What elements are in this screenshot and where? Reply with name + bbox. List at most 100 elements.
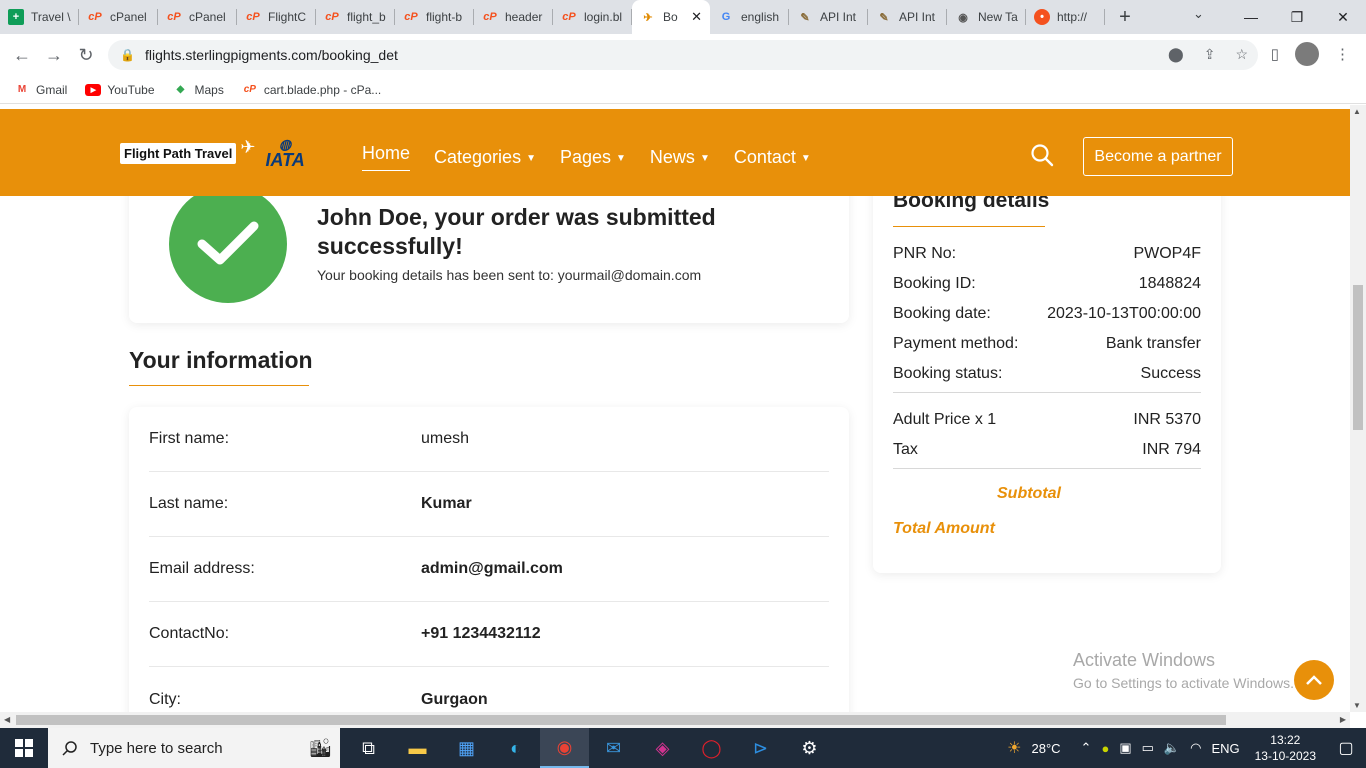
menu-contact[interactable]: Contact ▼	[734, 143, 811, 171]
store-icon[interactable]: ▦	[442, 728, 491, 768]
menu-news[interactable]: News ▼	[650, 143, 710, 171]
language-indicator[interactable]: ENG	[1206, 741, 1244, 756]
browser-tab[interactable]: cP login.bl	[553, 0, 632, 34]
subtotal-label: Subtotal	[997, 485, 1061, 502]
browser-tab[interactable]: cP cPanel	[158, 0, 237, 34]
side-panel-icon[interactable]: ▯	[1271, 45, 1279, 63]
bookmark-youtube[interactable]: ▶ YouTube	[85, 83, 155, 97]
windows-start-icon[interactable]	[0, 728, 48, 768]
battery-icon[interactable]: ▭	[1137, 740, 1159, 756]
browser-tab[interactable]: cP header	[474, 0, 553, 34]
price-row-adult: Adult Price x 1 INR 5370	[893, 411, 1201, 428]
cpanel-icon: cP	[483, 11, 497, 23]
browser-tab[interactable]: cP flight-b	[395, 0, 474, 34]
site-header: Flight Path Travel ✈ ◍ IATA Home Categori…	[0, 109, 1350, 196]
menu-kebab-icon[interactable]: ⋮	[1335, 45, 1350, 63]
feather-icon: ✎	[800, 11, 810, 24]
task-view-icon[interactable]: ⧉	[344, 728, 393, 768]
file-explorer-icon[interactable]: ▬	[393, 728, 442, 768]
scroll-down-icon[interactable]: ▼	[1353, 701, 1361, 710]
become-partner-button[interactable]: Become a partner	[1083, 137, 1233, 176]
back-icon[interactable]: ←	[6, 45, 38, 66]
profile-avatar[interactable]	[1295, 42, 1319, 66]
settings-gear-icon[interactable]: ⚙	[785, 728, 834, 768]
scroll-to-top-button[interactable]	[1294, 660, 1334, 700]
horizontal-scrollbar[interactable]: ◀ ▶	[0, 712, 1350, 728]
page-viewport: John Doe, your order was submitted succe…	[0, 105, 1350, 712]
menu-categories[interactable]: Categories ▼	[434, 143, 536, 171]
system-tray: ☀ 28°C ⌃ ● ▣ ▭ 🔈 ◠ ENG 13:22 13-10-2023 …	[1002, 728, 1366, 768]
restore-icon[interactable]: ❐	[1274, 0, 1320, 34]
forward-icon[interactable]: →	[38, 45, 70, 66]
browser-tab[interactable]: cP cPanel	[79, 0, 158, 34]
chrome-icon[interactable]: ◉	[540, 728, 589, 768]
tray-device-icon[interactable]: ▣	[1114, 740, 1136, 756]
clock[interactable]: 13:22 13-10-2023	[1245, 732, 1326, 764]
scroll-up-icon[interactable]: ▲	[1353, 107, 1361, 116]
success-card: John Doe, your order was submitted succe…	[129, 175, 849, 323]
browser-tab[interactable]: ✎ API Int	[789, 0, 868, 34]
reload-icon[interactable]: ↻	[70, 45, 102, 66]
orange-site-icon: •	[1034, 9, 1050, 25]
location-icon[interactable]: ⬤	[1168, 46, 1184, 63]
menu-pages[interactable]: Pages ▼	[560, 143, 626, 171]
your-information-card: First name: umesh Last name: Kumar Email…	[129, 407, 849, 712]
browser-tab[interactable]: cP FlightC	[237, 0, 316, 34]
info-row-last-name: Last name: Kumar	[149, 472, 829, 537]
heading-underline	[893, 226, 1045, 227]
browser-tab-active[interactable]: ✈ Bo ✕	[632, 0, 710, 34]
tray-app-icon[interactable]: ●	[1096, 741, 1114, 756]
scrollbar-thumb[interactable]	[1353, 285, 1363, 430]
cpanel-icon: cP	[167, 11, 181, 23]
volume-icon[interactable]: 🔈	[1159, 740, 1185, 756]
edge-icon[interactable]: ◐	[491, 728, 540, 768]
search-icon[interactable]	[1030, 143, 1054, 167]
wps-office-icon[interactable]: ◈	[638, 728, 687, 768]
menu-home[interactable]: Home	[362, 143, 411, 171]
notifications-icon[interactable]: ▢	[1326, 738, 1366, 758]
browser-tab[interactable]: Genglish	[710, 0, 789, 34]
info-row-first-name: First name: umesh	[149, 407, 829, 472]
opera-icon[interactable]: ◯	[687, 728, 736, 768]
browser-tab[interactable]: + Travel \	[0, 0, 79, 34]
mail-icon[interactable]: ✉	[589, 728, 638, 768]
search-icon	[62, 741, 77, 756]
iata-logo: ◍ IATA	[265, 136, 305, 170]
tab-search-chevron-icon[interactable]: ⌄	[1193, 6, 1204, 22]
browser-tab[interactable]: ◉ New Ta	[947, 0, 1026, 34]
vertical-scrollbar[interactable]: ▲ ▼	[1350, 105, 1366, 712]
wifi-icon[interactable]: ◠	[1185, 740, 1206, 756]
total-amount-label: Total Amount	[893, 520, 995, 537]
chevron-down-icon: ▼	[526, 153, 536, 164]
share-icon[interactable]: ⇪	[1204, 46, 1216, 63]
url-text[interactable]: flights.sterlingpigments.com/booking_det	[145, 47, 398, 63]
tray-chevron-up-icon[interactable]: ⌃	[1076, 740, 1097, 756]
browser-tab[interactable]: cP flight_b	[316, 0, 395, 34]
weather-icon[interactable]: ☀	[1002, 738, 1026, 758]
booking-row-id: Booking ID: 1848824	[893, 275, 1201, 292]
close-window-icon[interactable]: ✕	[1320, 0, 1366, 34]
bookmark-star-icon[interactable]: ☆	[1235, 46, 1248, 63]
scrollbar-thumb[interactable]	[16, 715, 1226, 725]
scroll-right-icon[interactable]: ▶	[1340, 715, 1346, 724]
address-bar[interactable]: 🔒 flights.sterlingpigments.com/booking_d…	[108, 40, 1258, 70]
weather-temp[interactable]: 28°C	[1027, 741, 1066, 756]
site-logo[interactable]: Flight Path Travel ✈ ◍ IATA	[120, 137, 305, 169]
maps-icon: ◆	[176, 84, 185, 95]
taskbar-search-box[interactable]: Type here to search 🏙	[48, 728, 340, 768]
vscode-icon[interactable]: ⊳	[736, 728, 785, 768]
bookmark-cart[interactable]: cP cart.blade.php - cPa...	[242, 83, 382, 97]
bookmark-maps[interactable]: ◆ Maps	[173, 83, 224, 97]
minimize-icon[interactable]: —	[1228, 0, 1274, 34]
scroll-left-icon[interactable]: ◀	[4, 715, 10, 724]
gmail-icon: M	[17, 84, 27, 95]
bookmark-gmail[interactable]: M Gmail	[14, 83, 68, 97]
check-circle-icon	[169, 185, 287, 303]
browser-tab[interactable]: • http://	[1026, 0, 1105, 34]
lock-icon[interactable]: 🔒	[120, 48, 135, 62]
chevron-down-icon: ▼	[616, 153, 626, 164]
feather-icon: ✎	[879, 11, 889, 24]
close-tab-icon[interactable]: ✕	[691, 9, 702, 25]
browser-tab[interactable]: ✎ API Int	[868, 0, 947, 34]
new-tab-icon[interactable]: +	[1111, 6, 1139, 29]
